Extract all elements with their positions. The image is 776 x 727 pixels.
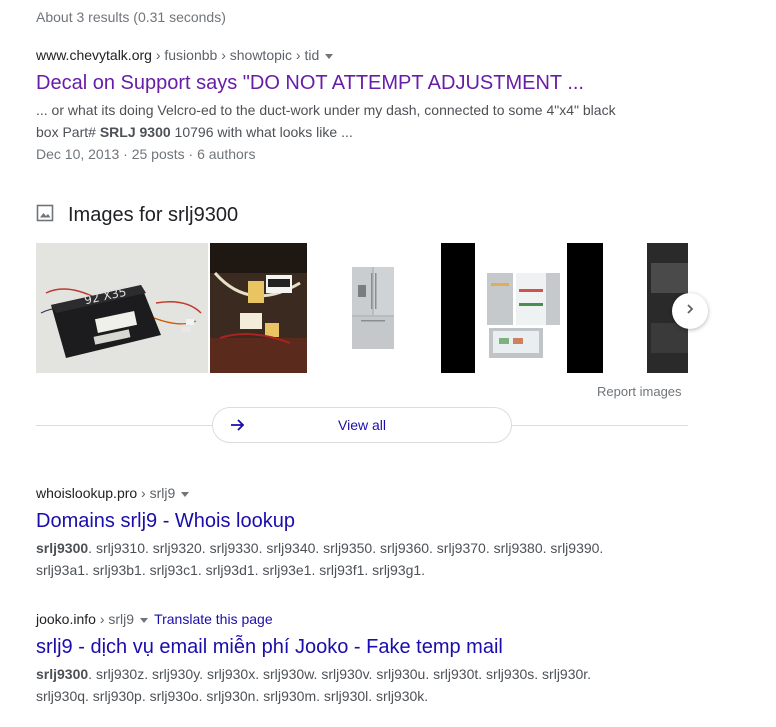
images-heading[interactable]: Images for srlj9300 (68, 204, 238, 227)
search-result-chevytalk: www.chevytalk.org › fusionbb › showtopic… (36, 45, 636, 165)
image-thumbnail[interactable] (309, 243, 439, 373)
result-domain: www.chevytalk.org (36, 47, 152, 63)
chevron-down-icon[interactable] (140, 617, 149, 623)
translate-link[interactable]: Translate this page (154, 611, 273, 627)
chevron-right-icon (684, 302, 696, 320)
result-domain: jooko.info (36, 611, 96, 627)
carousel-next-button[interactable] (672, 293, 708, 329)
search-result-whoislookup: whoislookup.pro › srlj9 Domains srlj9 - … (36, 483, 636, 581)
result-stats: About 3 results (0.31 seconds) (36, 9, 226, 25)
image-thumbnail[interactable]: 92 X35 (36, 243, 208, 373)
result-path: › srlj9 (95, 611, 135, 627)
snippet-line: srlj9300. srlj9310. srlj9320. srlj9330. … (36, 540, 604, 556)
search-result-jooko: jooko.info › srlj9 Translate this page sr… (36, 609, 636, 707)
result-title-link[interactable]: Decal on Support says "DO NOT ATTEMPT AD… (36, 70, 636, 96)
chevron-down-icon[interactable] (325, 53, 334, 59)
result-title-link[interactable]: srlj9 - dịch vụ email miễn phí Jooko - F… (36, 634, 636, 660)
image-thumbnail[interactable] (441, 243, 603, 373)
result-path: › fusionbb › showtopic › tid (151, 47, 320, 63)
result-snippet: ... or what its doing Velcro-ed to the d… (36, 99, 636, 143)
result-path: › srlj9 (137, 485, 176, 501)
snippet-line: srlj9300. srlj930z. srlj930y. srlj930x. … (36, 666, 592, 682)
view-all-label: View all (338, 417, 386, 433)
image-carousel: 92 X35 (36, 243, 688, 373)
result-domain: whoislookup.pro (36, 485, 138, 501)
snippet-highlight: SRLJ 9300 (99, 124, 171, 140)
report-images-link[interactable]: Report images (597, 384, 682, 399)
result-snippet: srlj9300. srlj930z. srlj930y. srlj930x. … (36, 663, 636, 707)
result-url[interactable]: jooko.info › srlj9 Translate this page (36, 609, 636, 629)
images-header: Images for srlj9300 (36, 204, 238, 227)
image-thumbnail[interactable] (210, 243, 307, 373)
view-all-button[interactable]: View all (212, 407, 512, 443)
result-snippet: srlj9300. srlj9310. srlj9320. srlj9330. … (36, 537, 636, 581)
snippet-line: box Part# SRLJ 9300 10796 with what look… (36, 124, 353, 140)
snippet-highlight: srlj9300 (36, 666, 89, 682)
snippet-highlight: srlj9300 (36, 540, 89, 556)
result-url[interactable]: www.chevytalk.org › fusionbb › showtopic… (36, 45, 636, 65)
image-icon (36, 204, 54, 227)
snippet-line: ... or what its doing Velcro-ed to the d… (36, 102, 616, 118)
result-url[interactable]: whoislookup.pro › srlj9 (36, 483, 636, 503)
snippet-line: srlj93a1. srlj93b1. srlj93c1. srlj93d1. … (36, 562, 426, 578)
result-title-link[interactable]: Domains srlj9 - Whois lookup (36, 508, 636, 534)
snippet-line: srlj930q. srlj930p. srlj930o. srlj930n. … (36, 688, 429, 704)
chevron-down-icon[interactable] (181, 491, 190, 497)
result-meta: Dec 10, 2013 · 25 posts · 6 authors (36, 146, 256, 162)
